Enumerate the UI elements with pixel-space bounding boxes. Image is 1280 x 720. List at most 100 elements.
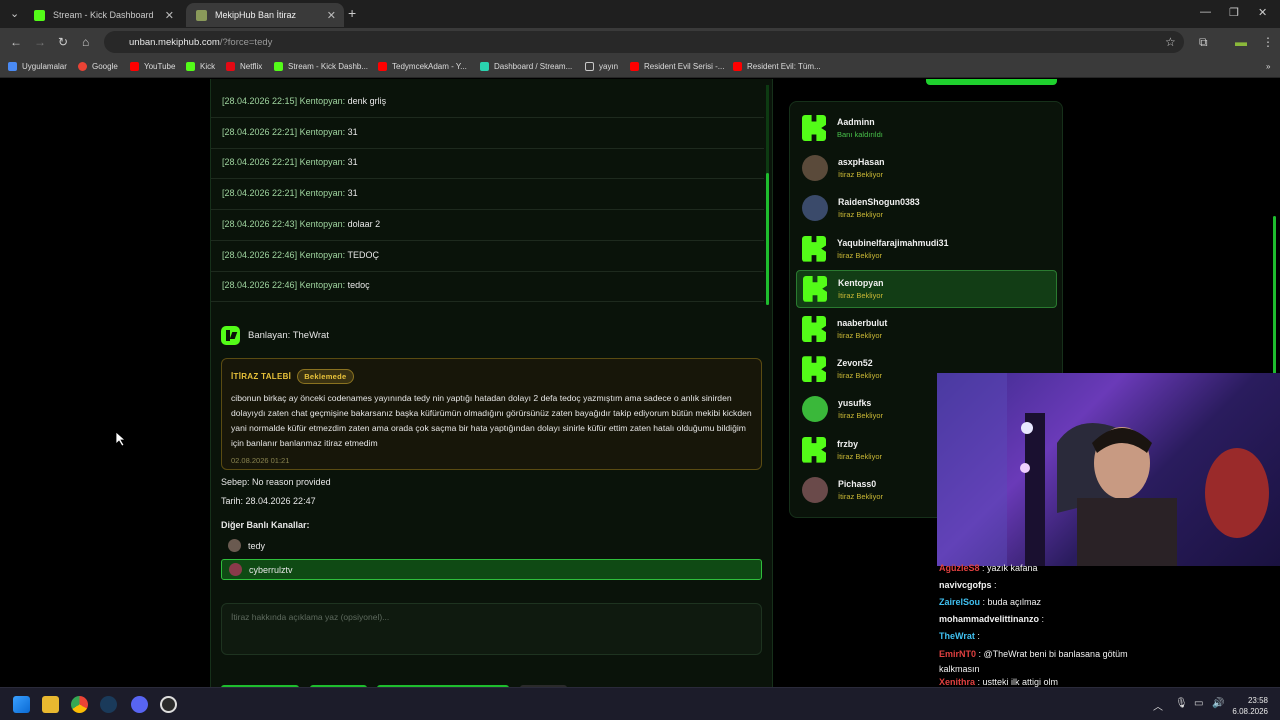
scrollbar-thumb[interactable] [766, 173, 769, 305]
youtube-icon [130, 62, 139, 71]
bookmark-netflix[interactable]: Netflix [226, 62, 262, 71]
log-timestamp: [28.04.2026 22:21] [222, 188, 298, 199]
user-item[interactable]: Aadminn Banı kaldırıldı [796, 109, 1057, 147]
avatar [802, 155, 828, 182]
kick-icon [274, 62, 283, 71]
tab-title: MekipHub Ban İtiraz [215, 10, 297, 20]
comment-input[interactable]: İtiraz hakkında açıklama yaz (opsiyonel)… [221, 603, 762, 655]
log-row: [28.04.2026 22:21] Kentopyan: 31 [211, 179, 764, 211]
user-status: Banı kaldırıldı [837, 130, 883, 139]
forward-icon[interactable]: → [34, 35, 46, 49]
bookmark-google[interactable]: Google [78, 62, 118, 71]
home-icon[interactable]: ⌂ [82, 35, 89, 49]
kick-avatar-icon [802, 235, 826, 262]
dashboard-icon [480, 62, 489, 71]
avatar [802, 476, 828, 503]
profile-icon[interactable]: ▬ [1235, 35, 1247, 49]
chat-message: ZairelSou : buda açılmaz [939, 597, 1041, 607]
bookmark-label: Netflix [240, 62, 263, 71]
user-item[interactable]: asxpHasan İtiraz Bekliyor [796, 149, 1057, 187]
user-item[interactable]: Kentopyan İtiraz Bekliyor [796, 269, 1057, 308]
chat-text: : buda açılmaz [982, 597, 1042, 607]
user-status: İtiraz Bekliyor [838, 491, 884, 501]
discord-icon[interactable] [131, 696, 148, 713]
log-user: Kentopyan: [299, 280, 346, 291]
bookmark-label: yayın [599, 62, 619, 71]
user-status: İtiraz Bekliyor [837, 250, 883, 260]
bookmark-apps[interactable]: Uygulamalar [8, 62, 67, 71]
bookmark-tedymcek[interactable]: TedymcekAdam - Y... [378, 62, 467, 71]
log-message: TEDOÇ [347, 249, 379, 260]
log-message: dolaar 2 [347, 218, 381, 229]
bookmark-yayin[interactable]: yayın [585, 62, 618, 71]
bookmarks-overflow-icon[interactable]: » [1266, 62, 1270, 71]
chrome-icon[interactable] [71, 696, 88, 713]
tab-mekiphub[interactable]: MekipHub Ban İtiraz ✕ [186, 3, 344, 27]
obs-icon[interactable] [160, 696, 177, 713]
log-message: 31 [347, 188, 358, 199]
minimize-icon[interactable]: — [1200, 6, 1211, 18]
chat-username: Xenithra [939, 677, 976, 687]
tab-search-icon[interactable]: ⌄ [10, 7, 19, 20]
bookmark-kick[interactable]: Kick [186, 62, 215, 71]
chat-username: ZairelSou [939, 597, 981, 607]
new-tab-icon[interactable]: + [348, 5, 356, 21]
reload-icon[interactable]: ↻ [58, 35, 68, 49]
channel-item-tedy[interactable]: tedy [221, 535, 762, 556]
mouse-cursor-icon [116, 432, 126, 446]
clock-time: 23:58 [1247, 696, 1268, 705]
log-row: [28.04.2026 22:21] Kentopyan: 31 [211, 118, 764, 149]
steam-icon[interactable] [100, 696, 117, 713]
channel-item-cyberrulztv[interactable]: cyberrulztv [221, 559, 762, 580]
bookmark-dashboard[interactable]: Dashboard / Stream... [480, 62, 572, 71]
extensions-icon[interactable]: ⧉ [1199, 35, 1208, 50]
tray-chevron-icon[interactable]: ︿ [1153, 698, 1163, 713]
user-name: Kentopyan [838, 277, 884, 288]
log-user: Kentopyan: [299, 188, 346, 199]
apps-grid-icon [8, 62, 17, 71]
user-status: İtiraz Bekliyor [838, 170, 884, 180]
windows-start-icon[interactable] [13, 696, 30, 713]
user-name: Zevon52 [837, 358, 873, 369]
chat-text: : [977, 631, 980, 641]
tab-kick-dashboard[interactable]: Stream - Kick Dashboard ✕ [24, 3, 182, 27]
ban-reason: Sebep: No reason provided [221, 477, 331, 487]
microphone-icon[interactable]: 🎙 [1175, 698, 1188, 709]
bookmark-stream-kick[interactable]: Stream - Kick Dashb... [274, 62, 368, 71]
volume-icon[interactable]: 🔊 [1212, 698, 1224, 709]
close-tab-icon[interactable]: ✕ [327, 9, 336, 22]
menu-icon[interactable]: ⋮ [1262, 35, 1274, 49]
webcam-image [937, 373, 1269, 566]
user-name: Aadminn [837, 117, 875, 127]
close-tab-icon[interactable]: ✕ [165, 9, 174, 22]
log-user: Kentopyan: [299, 157, 346, 168]
address-bar[interactable]: unban.mekiphub.com/?force=tedy [104, 31, 1184, 53]
bookmark-label: TedymcekAdam - Y... [392, 62, 467, 71]
user-item[interactable]: RaidenShogun0383 İtiraz Bekliyor [796, 189, 1057, 227]
chat-text: : [994, 580, 997, 590]
bookmark-label: Google [92, 62, 118, 71]
user-item[interactable]: Yaqubinelfarajimahmudi31 İtiraz Bekliyor [796, 230, 1057, 268]
folder-icon [585, 62, 594, 71]
user-status: İtiraz Bekliyor [837, 451, 883, 461]
bookmark-re-tum[interactable]: Resident Evil: Tüm... [733, 62, 821, 71]
bookmark-star-icon[interactable]: ☆ [1165, 35, 1176, 49]
maximize-icon[interactable]: ❐ [1229, 6, 1239, 19]
chat-username: TheWrat [939, 631, 975, 641]
display-icon[interactable]: ▭ [1194, 698, 1203, 709]
bookmark-re-serisi[interactable]: Resident Evil Serisi -... [630, 62, 724, 71]
chat-text: : [1041, 614, 1045, 624]
close-window-icon[interactable]: ✕ [1258, 6, 1267, 19]
log-scrollbar[interactable] [766, 85, 769, 305]
url-path: /?force=tedy [219, 36, 273, 48]
banned-by: Banlayan: TheWrat [221, 326, 329, 345]
kick-avatar-icon [802, 115, 826, 141]
clock[interactable]: 23:58 6.08.2026 [1232, 695, 1268, 717]
back-icon[interactable]: ← [10, 35, 22, 49]
bookmark-youtube[interactable]: YouTube [130, 62, 175, 71]
log-timestamp: [28.04.2026 22:46] [222, 280, 298, 291]
user-item[interactable]: naaberbulut İtiraz Bekliyor [796, 310, 1057, 348]
chat-username: AgüzleS8 [939, 563, 980, 573]
file-explorer-icon[interactable] [42, 696, 59, 713]
chat-message: navivcgofps : [939, 580, 997, 590]
